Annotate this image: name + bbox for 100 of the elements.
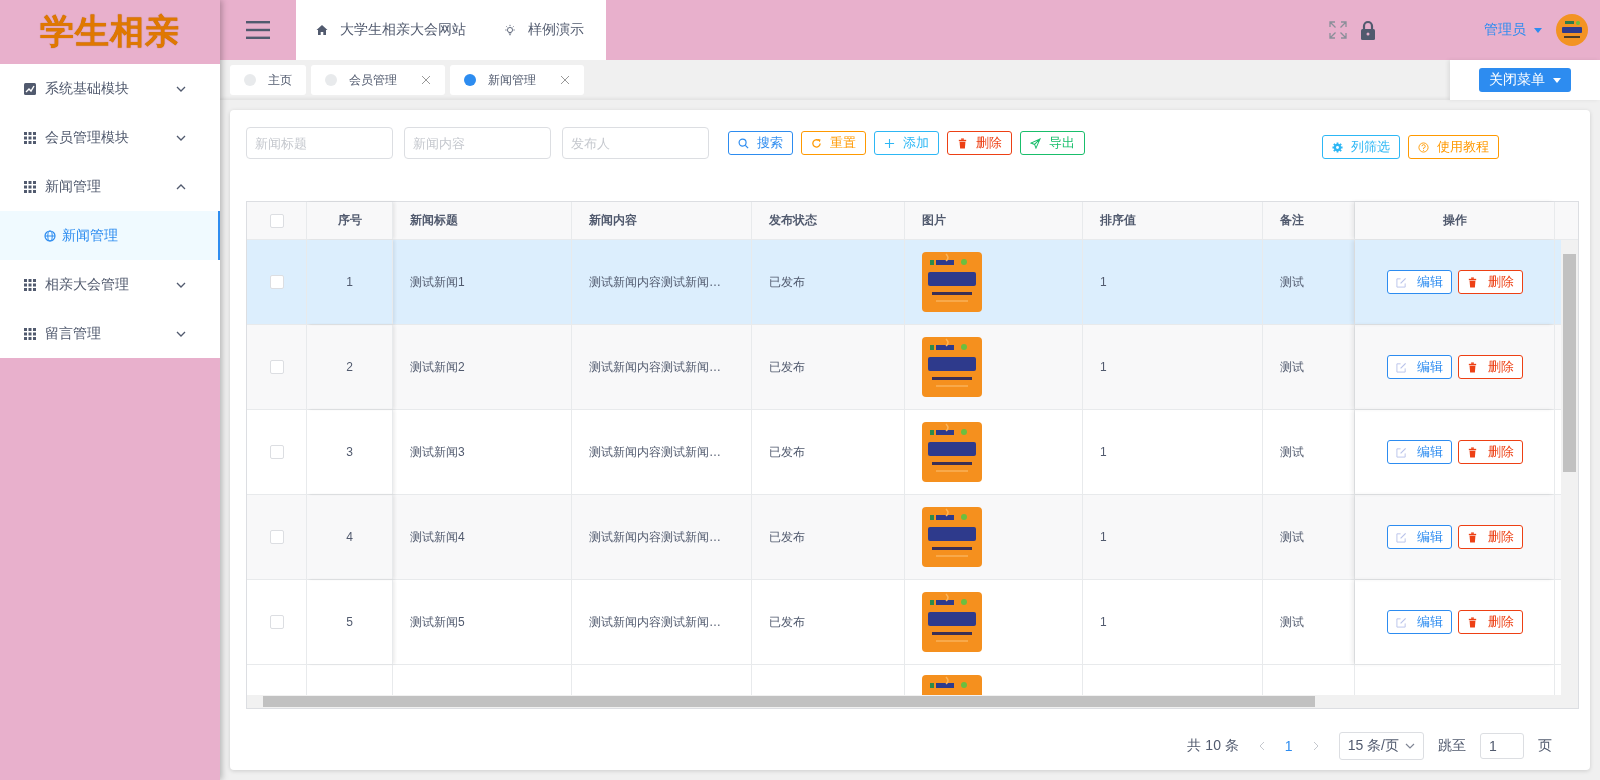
logo-text: 学生相亲 xyxy=(40,11,180,52)
table-cell: 1 xyxy=(1100,360,1107,374)
horizontal-scrollbar[interactable] xyxy=(247,695,1578,708)
delete-button[interactable]: 删除 xyxy=(1457,610,1523,634)
globe-icon xyxy=(44,229,56,242)
fullscreen-icon[interactable] xyxy=(1328,20,1348,40)
sidebar-item[interactable]: 留言管理 xyxy=(0,309,220,358)
table-cell: 测试 xyxy=(1280,358,1304,376)
vertical-scrollbar[interactable] xyxy=(1561,240,1578,695)
chevron-down-icon xyxy=(176,330,186,337)
delete-button[interactable]: 删除 xyxy=(1457,355,1523,379)
grid-icon xyxy=(24,278,36,291)
edit-icon xyxy=(1395,531,1407,543)
row-checkbox[interactable] xyxy=(269,530,284,544)
table-cell: 测试新闻内容测试新闻… xyxy=(589,528,721,546)
trash-icon xyxy=(1466,616,1478,628)
refresh-icon xyxy=(811,137,822,149)
help-icon xyxy=(1418,141,1429,153)
gear-icon xyxy=(1332,141,1343,153)
column-header: 操作 xyxy=(1355,202,1555,239)
edit-icon xyxy=(1395,276,1407,288)
lock-icon[interactable] xyxy=(1358,20,1378,40)
next-page-icon[interactable] xyxy=(1312,741,1319,751)
table-cell: 测试新闻内容测试新闻… xyxy=(589,613,721,631)
close-icon[interactable] xyxy=(421,75,431,85)
delete-button[interactable]: 删除 xyxy=(1457,270,1523,294)
filter-input[interactable]: 发布人 xyxy=(562,127,709,159)
trash-icon xyxy=(1466,446,1478,458)
close-icon[interactable] xyxy=(560,75,570,85)
toolbar-button[interactable]: 使用教程 xyxy=(1408,135,1499,159)
table-cell: 测试 xyxy=(1280,613,1304,631)
page-number[interactable]: 1 xyxy=(1284,738,1293,754)
delete-button[interactable]: 删除 xyxy=(1457,525,1523,549)
action-button[interactable]: 添加 xyxy=(874,131,939,155)
sidebar-item[interactable]: 新闻管理 xyxy=(0,162,220,211)
jump-label: 跳至 xyxy=(1438,737,1466,755)
column-header: 备注 xyxy=(1263,202,1355,239)
jump-input[interactable]: 1 xyxy=(1480,733,1524,759)
table-cell: 1 xyxy=(1100,275,1107,289)
edit-button[interactable]: 编辑 xyxy=(1386,610,1452,634)
sidebar-subitem[interactable]: 新闻管理 xyxy=(0,211,220,260)
edit-icon xyxy=(1395,446,1407,458)
column-header: 序号 xyxy=(307,202,393,239)
table-cell: 测试 xyxy=(1280,443,1304,461)
table-cell: 测试新闻2 xyxy=(410,358,465,376)
table-cell: 已发布 xyxy=(769,613,805,631)
row-checkbox[interactable] xyxy=(269,445,284,459)
select-all-checkbox[interactable] xyxy=(269,213,284,228)
header-link[interactable]: 样例演示 xyxy=(504,21,584,39)
table-cell: 1 xyxy=(1100,615,1107,629)
table-cell: 测试新闻1 xyxy=(410,273,465,291)
chart-icon xyxy=(24,82,36,95)
action-button[interactable]: 重置 xyxy=(801,131,866,155)
action-button[interactable]: 搜索 xyxy=(728,131,793,155)
row-checkbox[interactable] xyxy=(269,275,284,289)
table-cell: 3 xyxy=(346,445,353,459)
table-cell: 5 xyxy=(346,615,353,629)
grid-icon xyxy=(24,327,36,340)
table-cell: 1 xyxy=(1100,445,1107,459)
row-checkbox[interactable] xyxy=(269,360,284,374)
edit-button[interactable]: 编辑 xyxy=(1386,270,1452,294)
table-cell: 测试新闻内容测试新闻… xyxy=(589,358,721,376)
edit-icon xyxy=(1395,361,1407,373)
row-checkbox[interactable] xyxy=(269,615,284,629)
table-cell: 测试新闻内容测试新闻… xyxy=(589,273,721,291)
column-header: 发布状态 xyxy=(752,202,905,239)
table-cell: 已发布 xyxy=(769,528,805,546)
grid-icon xyxy=(24,180,36,193)
column-header: 新闻标题 xyxy=(393,202,572,239)
toolbar-button[interactable]: 列筛选 xyxy=(1322,135,1400,159)
header-link[interactable]: 大学生相亲大会网站 xyxy=(316,21,466,39)
sidebar-item[interactable]: 会员管理模块 xyxy=(0,113,220,162)
tab[interactable]: 新闻管理 xyxy=(450,65,584,95)
delete-button[interactable]: 删除 xyxy=(1457,440,1523,464)
table-cell: 1 xyxy=(1100,530,1107,544)
edit-button[interactable]: 编辑 xyxy=(1386,440,1452,464)
table-cell: 4 xyxy=(346,530,353,544)
trash-icon xyxy=(1466,531,1478,543)
bulb-icon xyxy=(504,24,516,36)
edit-button[interactable]: 编辑 xyxy=(1386,355,1452,379)
trash-icon xyxy=(1466,361,1478,373)
chevron-up-icon xyxy=(176,183,186,190)
action-button[interactable]: 删除 xyxy=(947,131,1012,155)
menu-icon[interactable] xyxy=(246,21,270,39)
table-cell: 测试 xyxy=(1280,528,1304,546)
action-button[interactable]: 导出 xyxy=(1020,131,1085,155)
column-header: 新闻内容 xyxy=(572,202,752,239)
search-icon xyxy=(738,137,749,149)
table-cell: 测试 xyxy=(1280,273,1304,291)
page-size-select[interactable]: 15 条/页 xyxy=(1338,732,1424,760)
sidebar-item[interactable]: 相亲大会管理 xyxy=(0,260,220,309)
tab[interactable]: 会员管理 xyxy=(311,65,445,95)
edit-button[interactable]: 编辑 xyxy=(1386,525,1452,549)
close-menu-button[interactable]: 关闭菜单 xyxy=(1479,68,1571,92)
sidebar-item[interactable]: 系统基础模块 xyxy=(0,64,220,113)
plus-icon xyxy=(884,137,895,149)
table-cell: 1 xyxy=(346,275,353,289)
grid-icon xyxy=(24,131,36,144)
prev-page-icon[interactable] xyxy=(1258,741,1265,751)
tab[interactable]: 主页 xyxy=(230,65,306,95)
